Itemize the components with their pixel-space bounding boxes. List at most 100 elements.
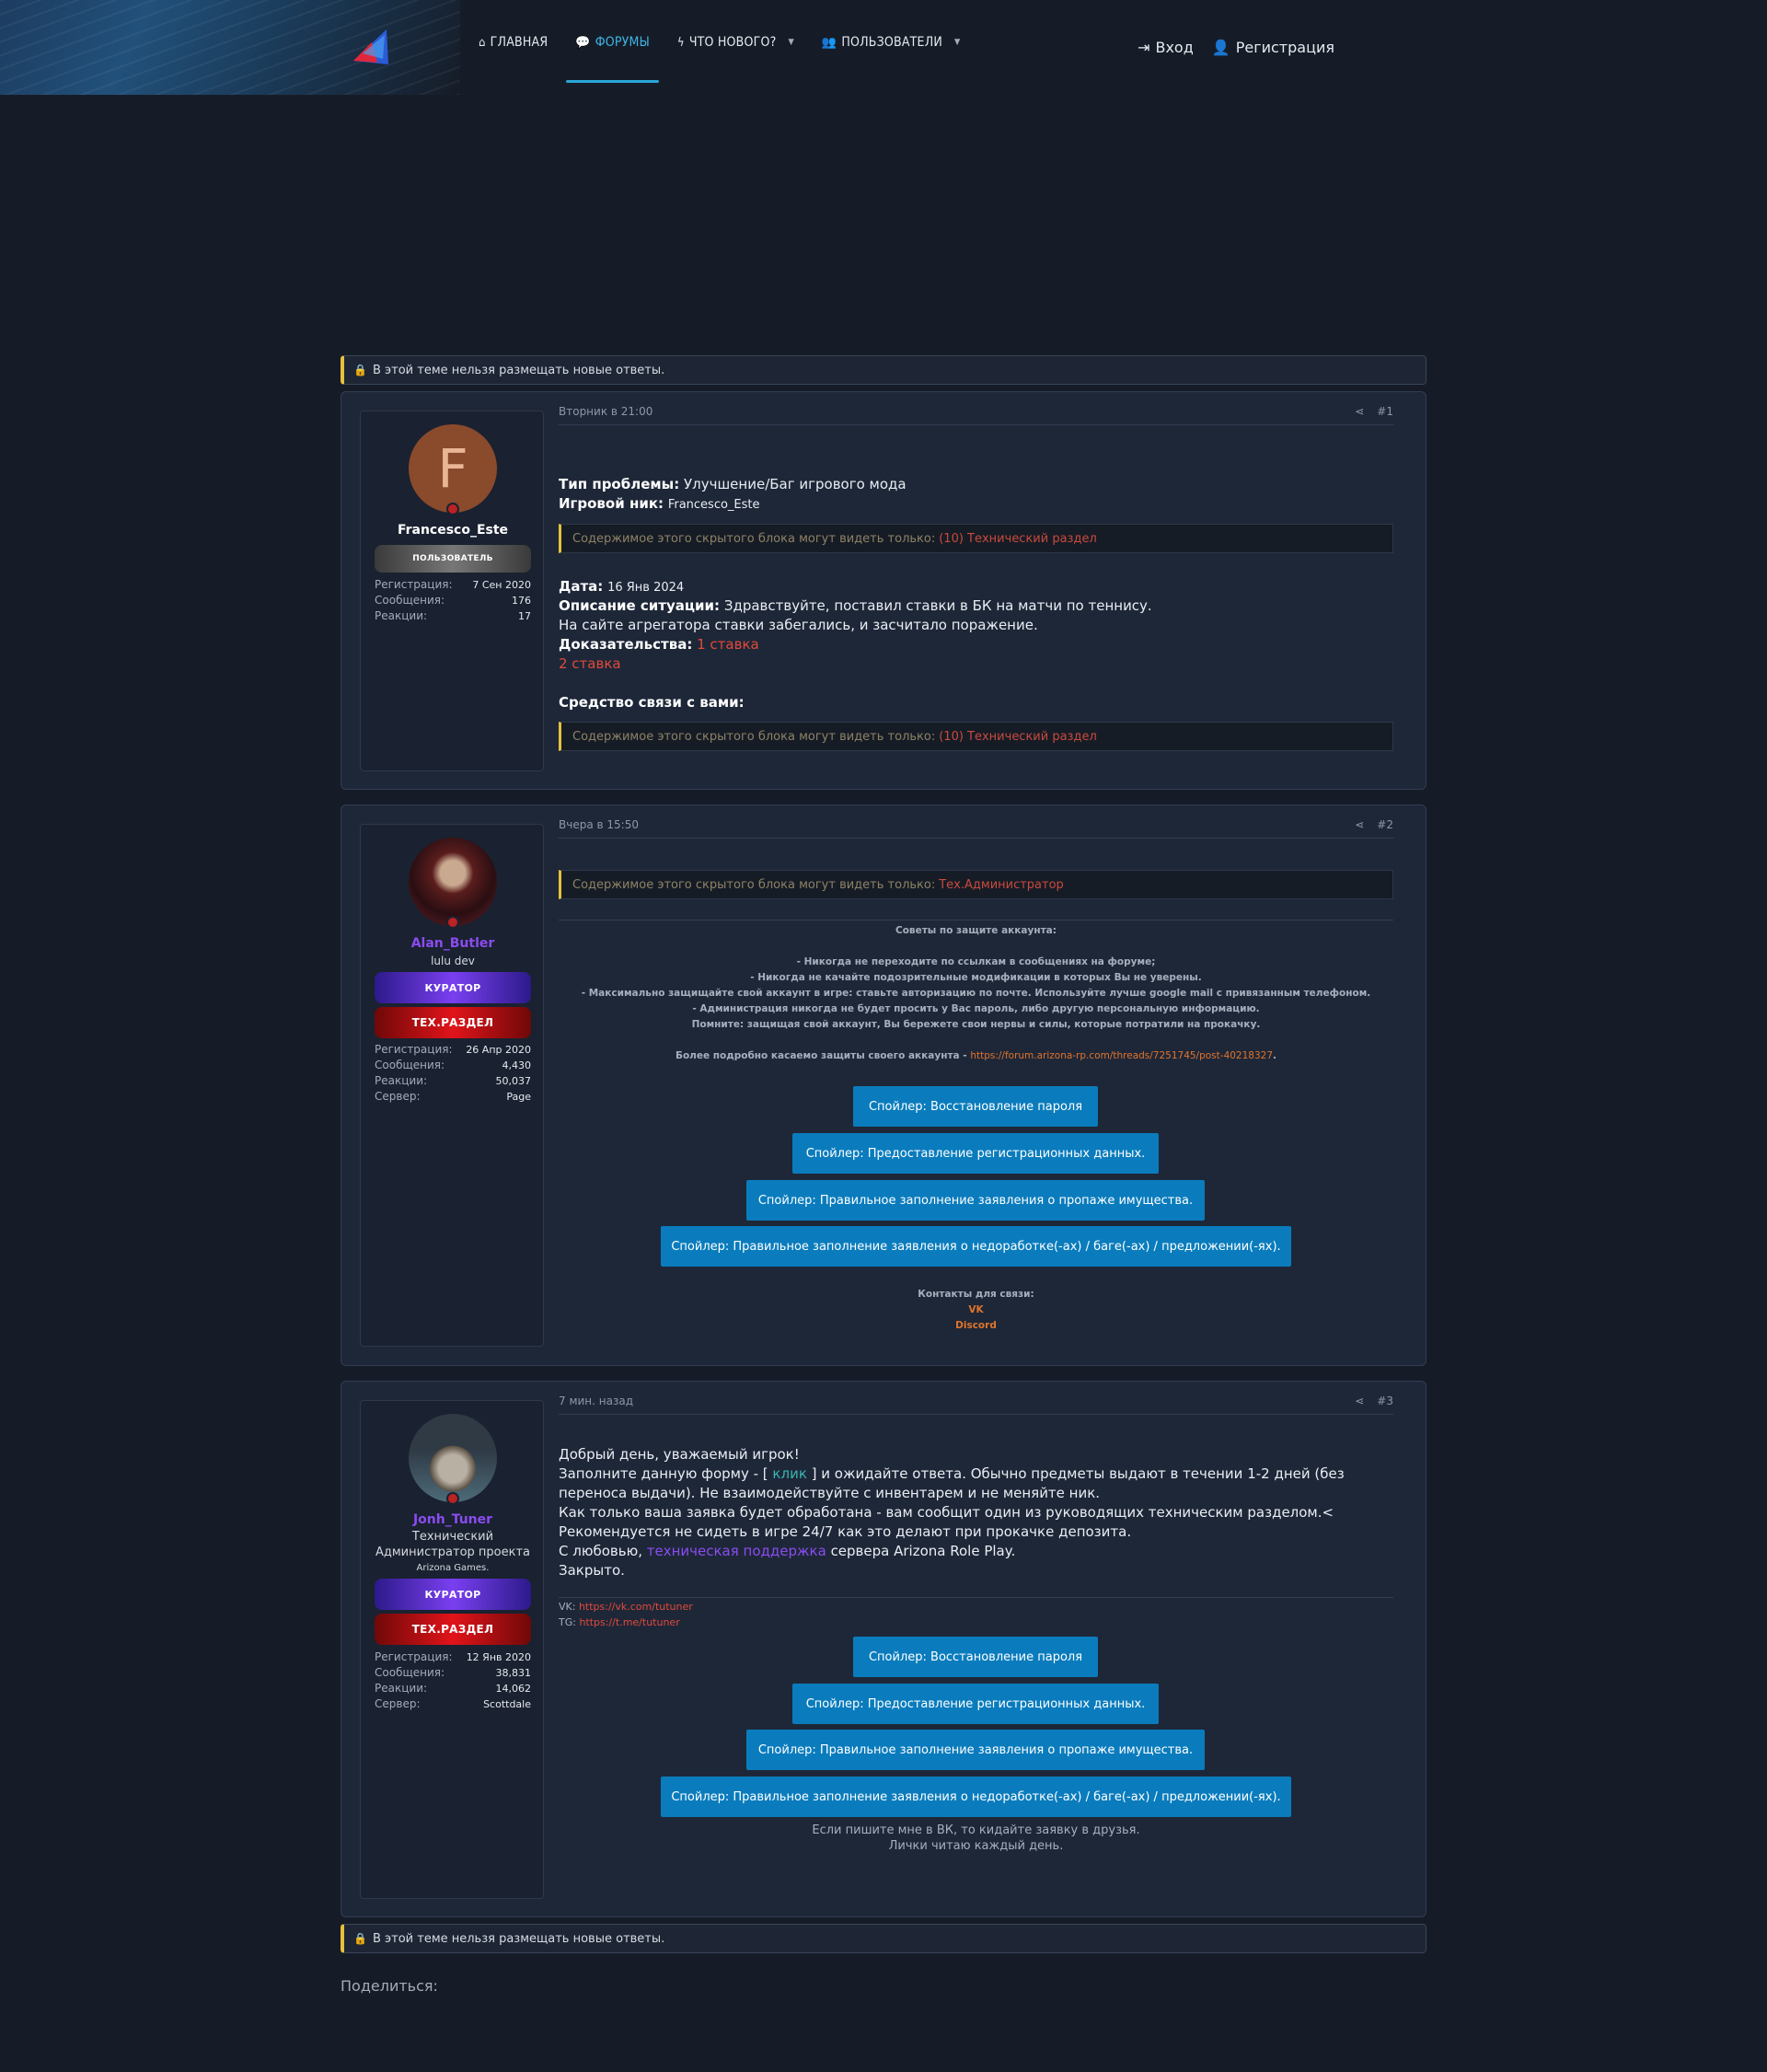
vk-link[interactable]: VK bbox=[968, 1304, 983, 1315]
message-body: 7 мин. назад ⋖ #3 Добрый день, уважаемый… bbox=[559, 1382, 1393, 1918]
user-banner: ПОЛЬЗОВАТЕЛЬ bbox=[375, 545, 531, 573]
message-body: Вчера в 15:50 ⋖ #2 Содержимое этого скры… bbox=[559, 805, 1393, 1367]
tg-contact: TG: https://t.me/tutuner bbox=[559, 1616, 680, 1628]
nav-users[interactable]: 👥 ПОЛЬЗОВАТЕЛИ ▼ bbox=[808, 0, 975, 85]
spoiler-button[interactable]: Спойлер: Восстановление пароля bbox=[853, 1637, 1098, 1677]
post-number[interactable]: #2 bbox=[1377, 818, 1393, 831]
discord-link[interactable]: Discord bbox=[955, 1320, 997, 1331]
add-user-icon: 👤 bbox=[1211, 39, 1230, 56]
auth-links: ⇥ Вход 👤 Регистрация bbox=[1138, 0, 1334, 95]
user-info: F Francesco_Este ПОЛЬЗОВАТЕЛЬ Регистраци… bbox=[360, 411, 544, 771]
post-date[interactable]: Вторник в 21:00 bbox=[559, 405, 653, 418]
tech-section-banner: ТЕХ.РАЗДЕЛ bbox=[375, 1614, 531, 1645]
share-icon[interactable]: ⋖ bbox=[1355, 818, 1364, 831]
login-icon: ⇥ bbox=[1138, 39, 1150, 56]
user-stats: Регистрация: 12 Янв 2020 Сообщения: 38,831… bbox=[375, 1650, 531, 1710]
message-line: С любовью, техническая поддержка сервера… bbox=[559, 1543, 1016, 1559]
tips-title: Советы по защите аккаунта: bbox=[895, 925, 1057, 936]
contacts-title: Контакты для связи: bbox=[918, 1289, 1034, 1300]
curator-banner: КУРАТОР bbox=[375, 972, 531, 1003]
user-info: Alan_Butler lulu dev КУРАТОР ТЕХ.РАЗДЕЛ … bbox=[360, 824, 544, 1347]
vk-contact: VK: https://vk.com/tutuner bbox=[559, 1601, 693, 1613]
form-link[interactable]: клик bbox=[772, 1465, 806, 1482]
thread-closed-notice: 🔒 В этой теме нельзя размещать новые отв… bbox=[341, 355, 1426, 385]
users-icon: 👥 bbox=[821, 35, 837, 50]
hidden-block: Содержимое этого скрытого блока могут ви… bbox=[559, 870, 1393, 899]
message-header: Вчера в 15:50 ⋖ #2 bbox=[559, 818, 1393, 839]
spoiler-button[interactable]: Спойлер: Правильное заполнение заявления… bbox=[746, 1180, 1205, 1221]
message-line: переноса выдачи). Не взаимодействуйте с … bbox=[559, 1485, 1101, 1501]
tech-section-banner: ТЕХ.РАЗДЕЛ bbox=[375, 1007, 531, 1038]
user-title: lulu dev bbox=[431, 955, 475, 967]
user-stats: Регистрация: 26 Апр 2020 Сообщения: 4,430 … bbox=[375, 1043, 531, 1103]
problem-line: Тип проблемы: Улучшение/Баг игрового мод… bbox=[559, 476, 907, 492]
login-link[interactable]: ⇥ Вход bbox=[1138, 39, 1194, 56]
description-line-2: На сайте агрегатора ставки забегались, и… bbox=[559, 617, 1038, 633]
thread-closed-notice: 🔒 В этой теме нельзя размещать новые отв… bbox=[341, 1924, 1426, 1953]
user-title: Администратор проекта bbox=[375, 1545, 531, 1559]
arizona-logo-icon[interactable] bbox=[350, 28, 392, 66]
avatar[interactable]: F bbox=[409, 424, 497, 513]
post-date[interactable]: 7 мин. назад bbox=[559, 1395, 633, 1407]
nav-whats-new[interactable]: ϟ ЧТО НОВОГО? ▼ bbox=[664, 0, 808, 85]
post-date[interactable]: Вчера в 15:50 bbox=[559, 818, 639, 831]
lock-icon: 🔒 bbox=[353, 364, 367, 376]
username[interactable]: Jonh_Tuner bbox=[361, 1512, 545, 1527]
main-nav: ⌂ ГЛАВНАЯ 💬 ФОРУМЫ ϟ ЧТО НОВОГО? ▼ 👥 ПОЛ… bbox=[465, 0, 974, 85]
spoiler-button[interactable]: Спойлер: Предоставление регистрационных … bbox=[792, 1133, 1159, 1174]
proof-line: Доказательства: 1 ставка bbox=[559, 636, 759, 653]
tech-support-link[interactable]: техническая поддержка bbox=[647, 1543, 826, 1559]
status-dot-icon bbox=[446, 503, 459, 515]
message-header: Вторник в 21:00 ⋖ #1 bbox=[559, 405, 1393, 425]
tip-line: - Максимально защищайте свой аккаунт в и… bbox=[581, 988, 1371, 999]
date-line: Дата: 16 Янв 2024 bbox=[559, 578, 685, 595]
lock-icon: 🔒 bbox=[353, 1932, 367, 1945]
proof-line-2: 2 ставка bbox=[559, 655, 621, 672]
nav-forums[interactable]: 💬 ФОРУМЫ bbox=[561, 0, 664, 85]
proof-link-2[interactable]: 2 ставка bbox=[559, 655, 621, 672]
share-icon[interactable]: ⋖ bbox=[1355, 1395, 1364, 1407]
user-title: Arizona Games. bbox=[416, 1563, 490, 1573]
proof-link-1[interactable]: 1 ставка bbox=[697, 636, 759, 653]
user-title: Технический bbox=[411, 1530, 494, 1544]
tip-line: Помните: защищая свой аккаунт, Вы береже… bbox=[691, 1019, 1261, 1030]
chevron-down-icon[interactable]: ▼ bbox=[788, 38, 793, 47]
more-info-line: Более подробно касаемо защиты своего акк… bbox=[675, 1050, 1277, 1061]
avatar[interactable] bbox=[409, 1414, 497, 1502]
spoiler-button[interactable]: Спойлер: Восстановление пароля bbox=[853, 1086, 1098, 1127]
spoiler-button[interactable]: Спойлер: Правильное заполнение заявления… bbox=[661, 1226, 1291, 1267]
share-icon[interactable]: ⋖ bbox=[1355, 405, 1364, 418]
hidden-block: Содержимое этого скрытого блока могут ви… bbox=[559, 524, 1393, 553]
message-line: Заполните данную форму - [ клик ] и ожид… bbox=[559, 1465, 1345, 1482]
tg-link[interactable]: https://t.me/tutuner bbox=[579, 1616, 679, 1628]
share-label: Поделиться: bbox=[341, 1977, 438, 1995]
avatar[interactable] bbox=[409, 838, 497, 926]
status-dot-icon bbox=[446, 1492, 459, 1505]
hidden-block: Содержимое этого скрытого блока могут ви… bbox=[559, 722, 1393, 751]
message-line: Закрыто. bbox=[559, 1562, 625, 1579]
spoiler-button[interactable]: Спойлер: Правильное заполнение заявления… bbox=[746, 1730, 1205, 1770]
spoiler-button[interactable]: Спойлер: Предоставление регистрационных … bbox=[792, 1684, 1159, 1724]
user-info: Jonh_Tuner Технический Администратор про… bbox=[360, 1400, 544, 1899]
message-body: Вторник в 21:00 ⋖ #1 Тип проблемы: Улучш… bbox=[559, 392, 1393, 791]
nick-line: Игровой ник: Francesco_Este bbox=[559, 495, 760, 512]
bolt-icon: ϟ bbox=[676, 35, 685, 50]
post-number[interactable]: #3 bbox=[1377, 1395, 1393, 1407]
nav-home[interactable]: ⌂ ГЛАВНАЯ bbox=[465, 0, 561, 85]
status-dot-icon bbox=[446, 916, 459, 929]
register-link[interactable]: 👤 Регистрация bbox=[1212, 39, 1334, 56]
site-header: ⌂ ГЛАВНАЯ 💬 ФОРУМЫ ϟ ЧТО НОВОГО? ▼ 👥 ПОЛ… bbox=[0, 0, 1767, 95]
chevron-down-icon[interactable]: ▼ bbox=[954, 38, 960, 47]
home-icon: ⌂ bbox=[479, 35, 486, 50]
post-number[interactable]: #1 bbox=[1377, 405, 1393, 418]
tip-line: - Администрация никогда не будет просить… bbox=[692, 1003, 1260, 1014]
spoiler-button[interactable]: Спойлер: Правильное заполнение заявления… bbox=[661, 1777, 1291, 1817]
username[interactable]: Alan_Butler bbox=[361, 936, 545, 951]
description-line: Описание ситуации: Здравствуйте, постави… bbox=[559, 597, 1152, 614]
security-guide-link[interactable]: https://forum.arizona-rp.com/threads/725… bbox=[970, 1050, 1273, 1061]
signature-note: Если пишите мне в ВК, то кидайте заявку … bbox=[812, 1823, 1140, 1837]
username[interactable]: Francesco_Este bbox=[361, 523, 545, 538]
user-stats: Регистрация: 7 Сен 2020 Сообщения: 176 Реа… bbox=[375, 578, 531, 622]
vk-link[interactable]: https://vk.com/tutuner bbox=[579, 1601, 693, 1613]
contact-vk: VK bbox=[559, 1302, 1393, 1318]
